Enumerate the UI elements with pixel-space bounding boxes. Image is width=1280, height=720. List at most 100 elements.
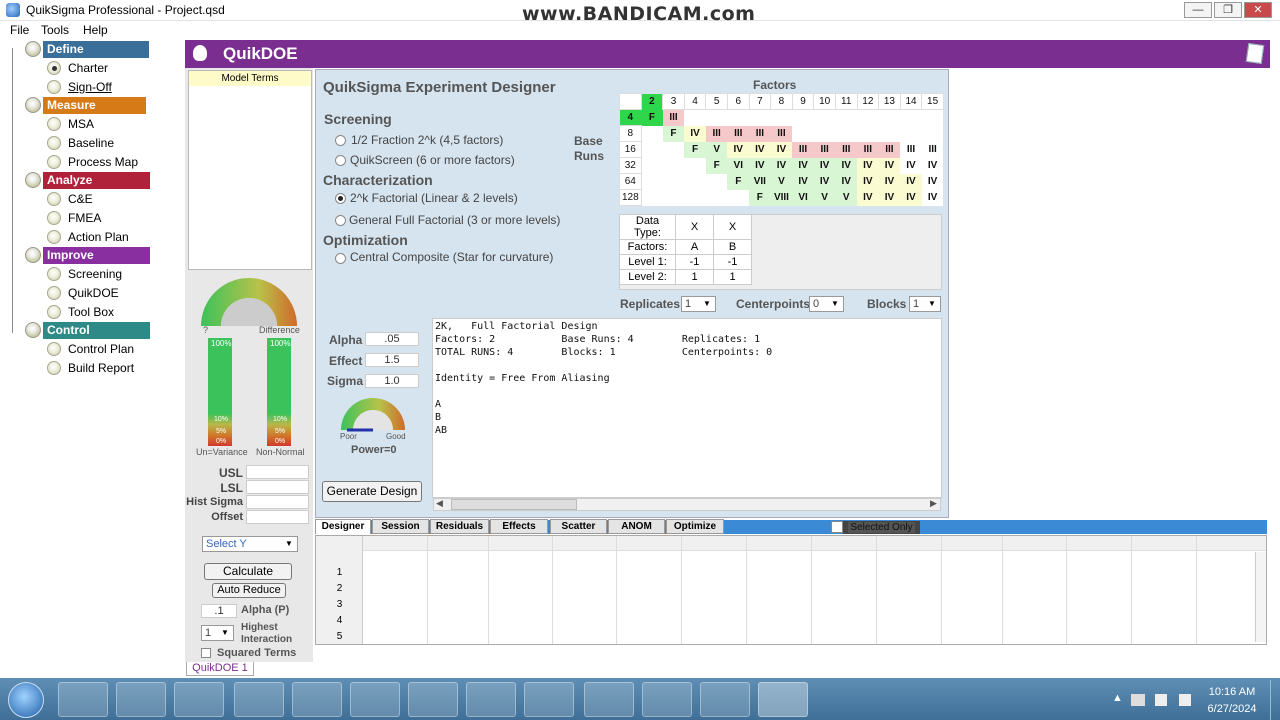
resolution-cell[interactable]	[705, 109, 728, 126]
resolution-cell[interactable]	[684, 157, 706, 174]
resolution-cell[interactable]: VI	[792, 189, 814, 206]
file-explorer-icon[interactable]	[116, 682, 166, 717]
resolution-cell[interactable]: III	[727, 125, 750, 142]
phase-measure[interactable]: Measure	[43, 97, 146, 114]
internet-explorer-icon[interactable]	[58, 682, 108, 717]
factor-col-10[interactable]: 10	[813, 93, 836, 110]
resolution-cell[interactable]	[727, 189, 750, 206]
resolution-cell[interactable]: IV	[684, 125, 706, 142]
tab-designer[interactable]: Designer	[315, 519, 371, 534]
base-runs-4[interactable]: 4	[619, 109, 642, 126]
design-output-text[interactable]: 2K, Full Factorial Design Factors: 2 Bas…	[432, 318, 942, 498]
fmea-icon[interactable]	[47, 211, 61, 225]
factor-col-8[interactable]: 8	[770, 93, 793, 110]
resolution-cell[interactable]	[662, 173, 685, 190]
effect-input[interactable]: 1.5	[365, 353, 419, 367]
row-header-3[interactable]: 3	[316, 599, 363, 615]
resolution-cell[interactable]	[878, 109, 901, 126]
replicates-dropdown[interactable]: 1 ▼	[681, 296, 716, 312]
two-k-factorial-label[interactable]: 2^k Factorial (Linear & 2 levels)	[350, 191, 518, 205]
tab-session[interactable]: Session	[372, 519, 429, 534]
minimize-button[interactable]: —	[1184, 2, 1212, 18]
quikdoe-icon[interactable]	[47, 286, 61, 300]
resolution-cell[interactable]: IV	[878, 173, 901, 190]
nav-baseline[interactable]: Baseline	[68, 136, 114, 150]
resolution-cell[interactable]: IV	[835, 173, 858, 190]
build-report-icon[interactable]	[47, 361, 61, 375]
nav-fmea[interactable]: FMEA	[68, 211, 101, 225]
tray-chevron-icon[interactable]: ▲	[1112, 692, 1123, 704]
factor-def-cell[interactable]: 1	[713, 269, 752, 285]
selected-only-checkbox[interactable]	[831, 521, 843, 533]
row-header-1[interactable]: 1	[316, 567, 363, 583]
phase-control[interactable]: Control	[43, 322, 150, 339]
factor-col-12[interactable]: 12	[856, 93, 880, 110]
half-fraction-radio[interactable]	[335, 135, 346, 146]
resolution-cell[interactable]: IV	[770, 141, 793, 158]
anydesk-icon[interactable]	[642, 682, 692, 717]
resolution-cell[interactable]	[641, 141, 663, 158]
resolution-cell[interactable]: IV	[749, 141, 771, 158]
resolution-cell[interactable]: F	[727, 173, 750, 190]
resolution-cell[interactable]: IV	[813, 173, 836, 190]
resolution-cell[interactable]	[749, 109, 771, 126]
msa-icon[interactable]	[47, 117, 61, 131]
resolution-cell[interactable]	[770, 109, 793, 126]
factor-def-cell[interactable]: -1	[675, 254, 714, 270]
clock-date[interactable]: 6/27/2024	[1203, 703, 1261, 715]
control-plan-icon[interactable]	[47, 342, 61, 356]
resolution-cell[interactable]: V	[835, 189, 858, 206]
resolution-cell[interactable]: III	[857, 141, 879, 158]
nav-ce[interactable]: C&E	[68, 192, 93, 206]
factor-col-4[interactable]: 4	[683, 93, 707, 110]
selected-only-label[interactable]: Selected Only	[843, 521, 920, 534]
action-plan-icon[interactable]	[47, 230, 61, 244]
factor-col-5[interactable]: 5	[705, 93, 728, 110]
ce-icon[interactable]	[47, 192, 61, 206]
baseline-icon[interactable]	[47, 136, 61, 150]
resolution-cell[interactable]: IV	[878, 157, 901, 174]
scroll-right-icon[interactable]: ▶	[930, 498, 937, 509]
alpha-p-input[interactable]: .1	[201, 604, 237, 618]
resolution-cell[interactable]: III	[770, 125, 793, 142]
resolution-cell[interactable]	[835, 125, 858, 142]
resolution-cell[interactable]	[641, 173, 663, 190]
resolution-cell[interactable]: IV	[835, 157, 858, 174]
tool-box-icon[interactable]	[47, 305, 61, 319]
factor-col-15[interactable]: 15	[921, 93, 944, 110]
resolution-cell[interactable]	[857, 125, 879, 142]
resolution-cell[interactable]	[662, 189, 685, 206]
row-header-2[interactable]: 2	[316, 583, 363, 599]
auto-reduce-button[interactable]: Auto Reduce	[212, 583, 286, 598]
resolution-cell[interactable]: IV	[792, 173, 814, 190]
grid-vertical-scrollbar[interactable]	[1255, 552, 1266, 642]
resolution-cell[interactable]: IV	[857, 173, 879, 190]
menu-tools[interactable]: Tools	[41, 23, 69, 37]
show-desktop-button[interactable]	[1270, 680, 1280, 720]
resolution-cell[interactable]: IV	[749, 157, 771, 174]
resolution-cell[interactable]: V	[770, 173, 793, 190]
factor-col-6[interactable]: 6	[726, 93, 750, 110]
resolution-cell[interactable]	[813, 125, 836, 142]
phase-measure-icon[interactable]	[25, 97, 41, 113]
resolution-cell[interactable]	[662, 157, 685, 174]
charter-icon[interactable]	[47, 61, 61, 75]
tab-effects[interactable]: Effects	[490, 519, 548, 534]
model-terms-list[interactable]: Model Terms	[188, 70, 312, 270]
resolution-cell[interactable]	[921, 125, 944, 142]
resolution-cell[interactable]: IV	[770, 157, 793, 174]
factor-col-14[interactable]: 14	[899, 93, 923, 110]
resolution-cell[interactable]	[684, 189, 706, 206]
start-button-icon[interactable]	[8, 682, 44, 718]
app-red-icon[interactable]	[292, 682, 342, 717]
factor-col-9[interactable]: 9	[791, 93, 815, 110]
offset-input[interactable]	[246, 510, 309, 524]
phase-define[interactable]: Define	[43, 41, 149, 58]
factor-def-cell[interactable]: X	[675, 214, 714, 240]
resolution-cell[interactable]	[705, 173, 728, 190]
generate-design-button[interactable]: Generate Design	[322, 481, 422, 502]
row-header-4[interactable]: 4	[316, 615, 363, 631]
close-button[interactable]: ✕	[1244, 2, 1272, 18]
resolution-cell[interactable]	[921, 109, 944, 126]
resolution-cell[interactable]: IV	[878, 189, 901, 206]
